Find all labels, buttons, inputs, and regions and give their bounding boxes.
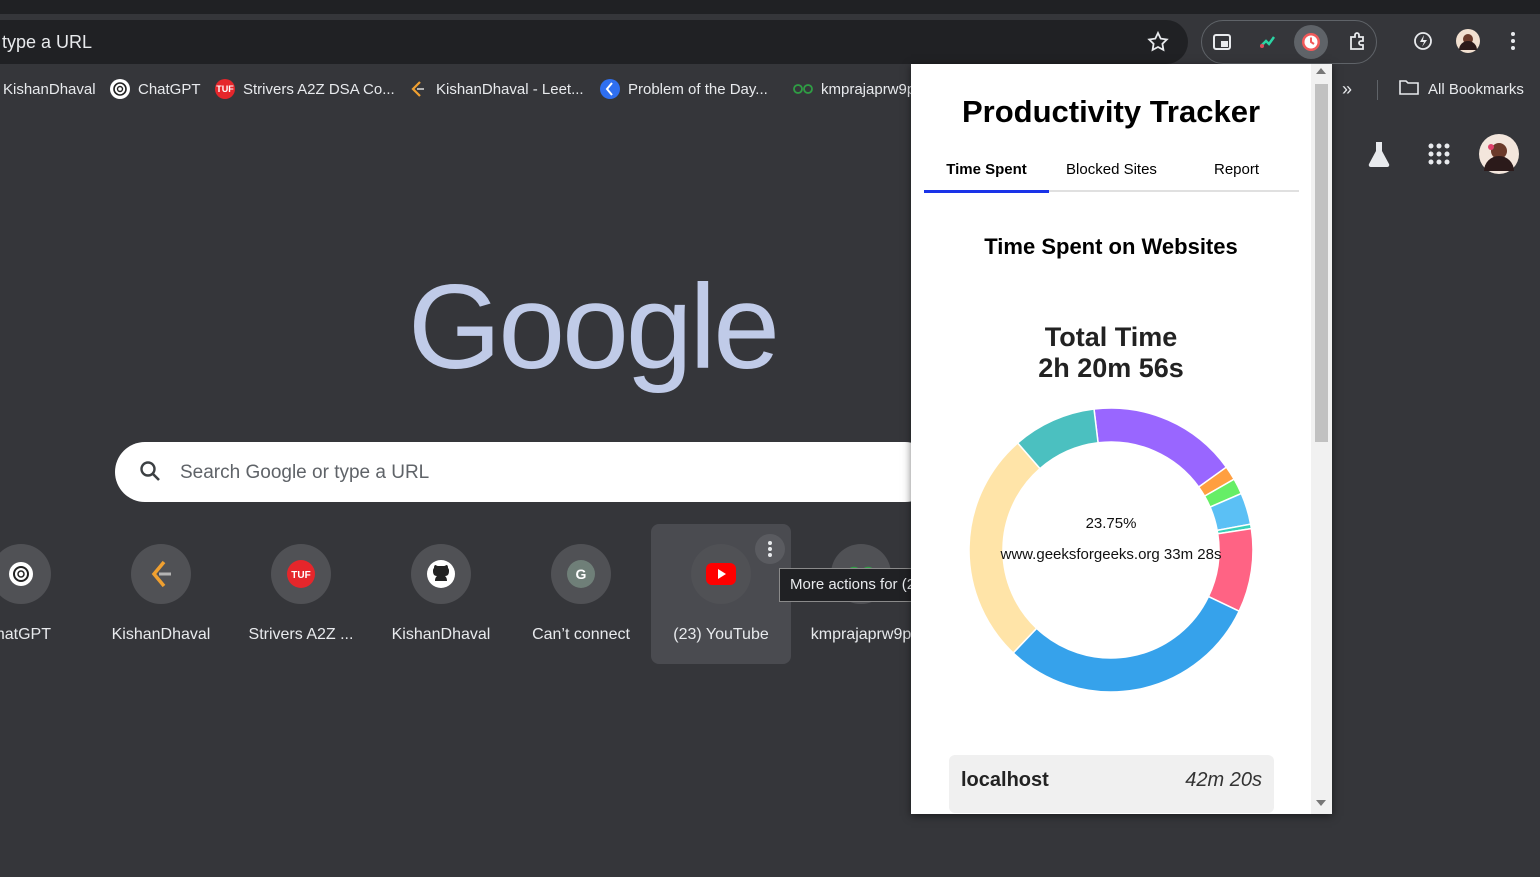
bookmarks-divider [1377, 80, 1378, 100]
extensions-puzzle-icon[interactable] [1340, 25, 1374, 59]
chart-hover-site: www.geeksforgeeks.org 33m 28s [1000, 546, 1222, 563]
all-bookmarks-label: All Bookmarks [1428, 80, 1524, 98]
total-time-value: 2h 20m 56s [1038, 353, 1184, 383]
google-logo: Google [408, 260, 780, 394]
shortcut-tile[interactable]: hatGPT [0, 524, 91, 664]
bookmark-strivers[interactable]: TUF Strivers A2Z DSA Co... [215, 78, 395, 100]
chart-hover-percent: 23.75% [1085, 515, 1137, 532]
chatgpt-icon [110, 79, 130, 99]
side-panel-icon[interactable] [1205, 25, 1239, 59]
bookmark-star-icon[interactable] [1146, 30, 1170, 59]
bookmark-label: kmprajaprw9p [821, 80, 916, 98]
overflow-chevron-icon: » [1342, 78, 1353, 99]
shortcut-label: kmprajaprw9p [810, 626, 912, 643]
productivity-tracker-popup: Productivity Tracker Time Spent Blocked … [911, 64, 1332, 814]
bookmark-label: Strivers A2Z DSA Co... [243, 80, 395, 98]
productivity-tracker-extension-icon[interactable] [1294, 25, 1328, 59]
shortcut-tile-youtube[interactable]: (23) YouTube [651, 524, 791, 664]
address-bar[interactable]: type a URL [0, 20, 1188, 64]
bookmarks-overflow-chevron[interactable]: » [1342, 78, 1352, 100]
shortcut-label: Can’t connect [532, 626, 630, 643]
site-name: localhost [961, 769, 1049, 791]
donut-slice-5[interactable] [1207, 527, 1254, 613]
chrome-menu-icon[interactable] [1496, 24, 1530, 58]
section-title: Time Spent on Websites [984, 234, 1238, 259]
search-icon [139, 460, 161, 487]
bookmark-problem-of-the-day[interactable]: Problem of the Day... [600, 78, 768, 100]
shortcut-label: KishanDhaval [111, 626, 211, 643]
shortcut-tile[interactable]: KishanDhaval [371, 524, 511, 664]
bookmark-kishandhaval[interactable]: KishanDhaval [3, 78, 96, 100]
browser-toolbar: type a URL [0, 14, 1540, 68]
total-time: Total Time 2h 20m 56s [911, 322, 1311, 384]
performance-icon[interactable] [1406, 24, 1440, 58]
popup-title: Productivity Tracker [961, 94, 1261, 129]
google-apps-grid-icon[interactable] [1428, 143, 1450, 170]
popup-scrollbar[interactable] [1311, 64, 1332, 814]
chatgpt-icon [0, 544, 51, 604]
browser-tab-strip [0, 0, 1540, 14]
tab-report[interactable]: Report [1174, 152, 1299, 190]
tuf-icon: TUF [271, 544, 331, 604]
site-letter: G [567, 560, 595, 588]
geeksforgeeks-icon [793, 79, 813, 99]
site-time: 42m 20s [1185, 769, 1262, 791]
popup-tabs: Time Spent Blocked Sites Report [924, 152, 1299, 193]
account-avatar[interactable] [1478, 133, 1520, 180]
tab-blocked-sites[interactable]: Blocked Sites [1049, 152, 1174, 190]
leetcode-icon [408, 79, 428, 99]
site-list-item: localhost 42m 20s [949, 755, 1274, 813]
shortcut-tile[interactable]: G Can’t connect [511, 524, 651, 664]
shortcut-label: hatGPT [0, 626, 51, 643]
search-placeholder[interactable]: Search Google or type a URL [180, 462, 429, 484]
github-icon [411, 544, 471, 604]
shortcut-label: KishanDhaval [391, 626, 491, 643]
shortcut-tile[interactable]: TUF Strivers A2Z ... [231, 524, 371, 664]
scroll-up-arrow-icon[interactable] [1316, 68, 1326, 74]
shortcut-label: (23) YouTube [673, 626, 769, 643]
bookmark-chatgpt[interactable]: ChatGPT [110, 78, 201, 100]
donut-slice-6[interactable] [1012, 595, 1241, 693]
shortcut-more-actions-button[interactable] [755, 534, 785, 564]
scrollbar-thumb[interactable] [1315, 84, 1328, 442]
folder-icon [1398, 78, 1420, 100]
youtube-icon [691, 544, 751, 604]
extensions-group [1201, 20, 1377, 64]
tuf-icon: TUF [215, 79, 235, 99]
bookmark-leetcode[interactable]: KishanDhaval - Leet... [408, 78, 584, 100]
shortcut-label: Strivers A2Z ... [248, 626, 354, 643]
scroll-down-arrow-icon[interactable] [1316, 800, 1326, 806]
extension-pin-icon[interactable] [1250, 25, 1284, 59]
bookmark-label: Problem of the Day... [628, 80, 768, 98]
leetcode-icon [131, 544, 191, 604]
tab-time-spent[interactable]: Time Spent [924, 152, 1049, 193]
all-bookmarks-button[interactable]: All Bookmarks [1398, 78, 1524, 100]
donut-slice-0[interactable] [1093, 407, 1228, 489]
bookmark-label: KishanDhaval [3, 80, 96, 98]
total-time-label: Total Time [1044, 322, 1178, 352]
shortcut-tile[interactable]: KishanDhaval [91, 524, 231, 664]
generic-site-icon: G [551, 544, 611, 604]
bookmark-label: KishanDhaval - Leet... [436, 80, 584, 98]
address-bar-text[interactable]: type a URL [2, 32, 92, 53]
labs-flask-icon[interactable] [1366, 140, 1392, 173]
google-search-box[interactable]: Search Google or type a URL [115, 442, 935, 502]
svg-text:TUF: TUF [291, 570, 310, 581]
bookmark-kmprajaprw9p[interactable]: kmprajaprw9p [793, 78, 915, 100]
bookmark-label: ChatGPT [138, 80, 201, 98]
codechef-icon [600, 79, 620, 99]
profile-avatar[interactable] [1451, 24, 1485, 58]
